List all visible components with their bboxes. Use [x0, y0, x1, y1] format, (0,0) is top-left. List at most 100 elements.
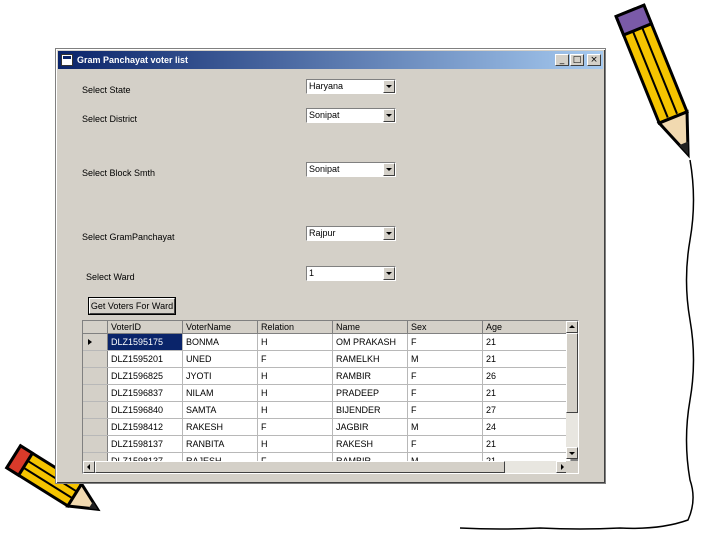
column-header[interactable]: VoterID	[107, 321, 183, 334]
cell-sex[interactable]: F	[407, 367, 483, 385]
district-value: Sonipat	[309, 110, 340, 120]
state-label: Select State	[82, 85, 131, 95]
cell-voter-name[interactable]: JYOTI	[182, 367, 258, 385]
row-selector[interactable]	[83, 384, 108, 402]
column-header[interactable]: Age	[482, 321, 571, 334]
cell-relation[interactable]: F	[257, 418, 333, 436]
cell-voter-id[interactable]: DLZ1596825	[107, 367, 183, 385]
gram-panchayat-select[interactable]: Rajpur	[306, 226, 396, 241]
cell-relation[interactable]: H	[257, 333, 333, 351]
cell-voter-name[interactable]: UNED	[182, 350, 258, 368]
cell-relation[interactable]: F	[257, 350, 333, 368]
title-bar[interactable]: Gram Panchayat voter list _ □ ×	[58, 51, 603, 69]
cell-sex[interactable]: F	[407, 333, 483, 351]
get-voters-button[interactable]: Get Voters For Ward	[89, 298, 175, 314]
cell-age[interactable]: 26	[482, 367, 571, 385]
table-row[interactable]: DLZ1595201 UNED F RAMELKH M 21	[83, 350, 571, 368]
cell-name[interactable]: PRADEEP	[332, 384, 408, 402]
chevron-down-icon[interactable]	[383, 267, 395, 280]
row-selector[interactable]	[83, 350, 108, 368]
minimize-button[interactable]: _	[555, 54, 569, 66]
row-selector[interactable]	[83, 401, 108, 419]
state-select[interactable]: Haryana	[306, 79, 396, 94]
voter-grid[interactable]: VoterID VoterName Relation Name Sex Age …	[82, 320, 579, 474]
cell-name[interactable]: RAKESH	[332, 435, 408, 453]
chevron-down-icon[interactable]	[383, 80, 395, 93]
table-row[interactable]: DLZ1598412 RAKESH F JAGBIR M 24	[83, 418, 571, 436]
row-selector[interactable]	[83, 333, 108, 351]
cell-name[interactable]: RAMBIR	[332, 367, 408, 385]
voter-list-window: Gram Panchayat voter list _ □ × Select S…	[55, 48, 606, 484]
cell-name[interactable]: RAMELKH	[332, 350, 408, 368]
grid-header-row: VoterID VoterName Relation Name Sex Age	[83, 321, 571, 334]
cell-sex[interactable]: F	[407, 384, 483, 402]
cell-name[interactable]: JAGBIR	[332, 418, 408, 436]
gram-panchayat-value: Rajpur	[309, 228, 336, 238]
cell-voter-name[interactable]: NILAM	[182, 384, 258, 402]
column-header[interactable]: Relation	[257, 321, 333, 334]
vertical-scroll-thumb[interactable]	[566, 333, 578, 413]
district-label: Select District	[82, 114, 138, 124]
cell-voter-id[interactable]: DLZ1596837	[107, 384, 183, 402]
cell-age[interactable]: 21	[482, 384, 571, 402]
cell-sex[interactable]: F	[407, 401, 483, 419]
cell-relation[interactable]: H	[257, 401, 333, 419]
cell-age[interactable]: 21	[482, 333, 571, 351]
horizontal-scroll-thumb[interactable]	[95, 461, 505, 473]
maximize-button[interactable]: □	[570, 54, 584, 66]
cell-voter-name[interactable]: SAMTA	[182, 401, 258, 419]
ward-value: 1	[309, 268, 315, 278]
scroll-up-arrow-icon[interactable]	[566, 321, 578, 333]
column-header[interactable]: Name	[332, 321, 408, 334]
vertical-scrollbar[interactable]	[566, 321, 578, 459]
cell-relation[interactable]: H	[257, 367, 333, 385]
form-app-icon	[61, 54, 73, 66]
cell-voter-id[interactable]: DLZ1598137	[107, 435, 183, 453]
window-title: Gram Panchayat voter list	[77, 55, 189, 65]
table-row[interactable]: DLZ1596825 JYOTI H RAMBIR F 26	[83, 367, 571, 385]
column-header[interactable]: VoterName	[182, 321, 258, 334]
table-row[interactable]: DLZ1595175 BONMA H OM PRAKASH F 21	[83, 333, 571, 351]
block-select[interactable]: Sonipat	[306, 162, 396, 177]
cell-voter-id[interactable]: DLZ1595175	[107, 333, 183, 351]
scrollbar-corner	[566, 461, 578, 473]
table-row[interactable]: DLZ1596837 NILAM H PRADEEP F 21	[83, 384, 571, 402]
block-label: Select Block Smth	[82, 168, 156, 178]
table-row[interactable]: DLZ1598137 RANBITA H RAKESH F 21	[83, 435, 571, 453]
cell-voter-name[interactable]: RAKESH	[182, 418, 258, 436]
close-button[interactable]: ×	[587, 54, 601, 66]
block-value: Sonipat	[309, 164, 340, 174]
cell-age[interactable]: 21	[482, 350, 571, 368]
district-select[interactable]: Sonipat	[306, 108, 396, 123]
scroll-left-arrow-icon[interactable]	[83, 461, 95, 473]
cell-voter-name[interactable]: BONMA	[182, 333, 258, 351]
cell-voter-id[interactable]: DLZ1596840	[107, 401, 183, 419]
column-header[interactable]: Sex	[407, 321, 483, 334]
gram-panchayat-label: Select GramPanchayat	[82, 232, 175, 242]
cell-voter-id[interactable]: DLZ1598412	[107, 418, 183, 436]
cell-name[interactable]: OM PRAKASH	[332, 333, 408, 351]
cell-voter-name[interactable]: RANBITA	[182, 435, 258, 453]
cell-age[interactable]: 24	[482, 418, 571, 436]
row-selector[interactable]	[83, 435, 108, 453]
cell-sex[interactable]: F	[407, 435, 483, 453]
row-selector[interactable]	[83, 418, 108, 436]
cell-age[interactable]: 27	[482, 401, 571, 419]
horizontal-scrollbar[interactable]	[83, 461, 568, 473]
cell-name[interactable]: BIJENDER	[332, 401, 408, 419]
scroll-down-arrow-icon[interactable]	[566, 447, 578, 459]
row-selector[interactable]	[83, 367, 108, 385]
cell-sex[interactable]: M	[407, 418, 483, 436]
chevron-down-icon[interactable]	[383, 227, 395, 240]
table-row[interactable]: DLZ1596840 SAMTA H BIJENDER F 27	[83, 401, 571, 419]
chevron-down-icon[interactable]	[383, 109, 395, 122]
ward-label: Select Ward	[86, 272, 135, 282]
pencil-icon	[614, 3, 690, 159]
cell-voter-id[interactable]: DLZ1595201	[107, 350, 183, 368]
ward-select[interactable]: 1	[306, 266, 396, 281]
chevron-down-icon[interactable]	[383, 163, 395, 176]
cell-age[interactable]: 21	[482, 435, 571, 453]
cell-relation[interactable]: H	[257, 435, 333, 453]
cell-sex[interactable]: M	[407, 350, 483, 368]
cell-relation[interactable]: H	[257, 384, 333, 402]
